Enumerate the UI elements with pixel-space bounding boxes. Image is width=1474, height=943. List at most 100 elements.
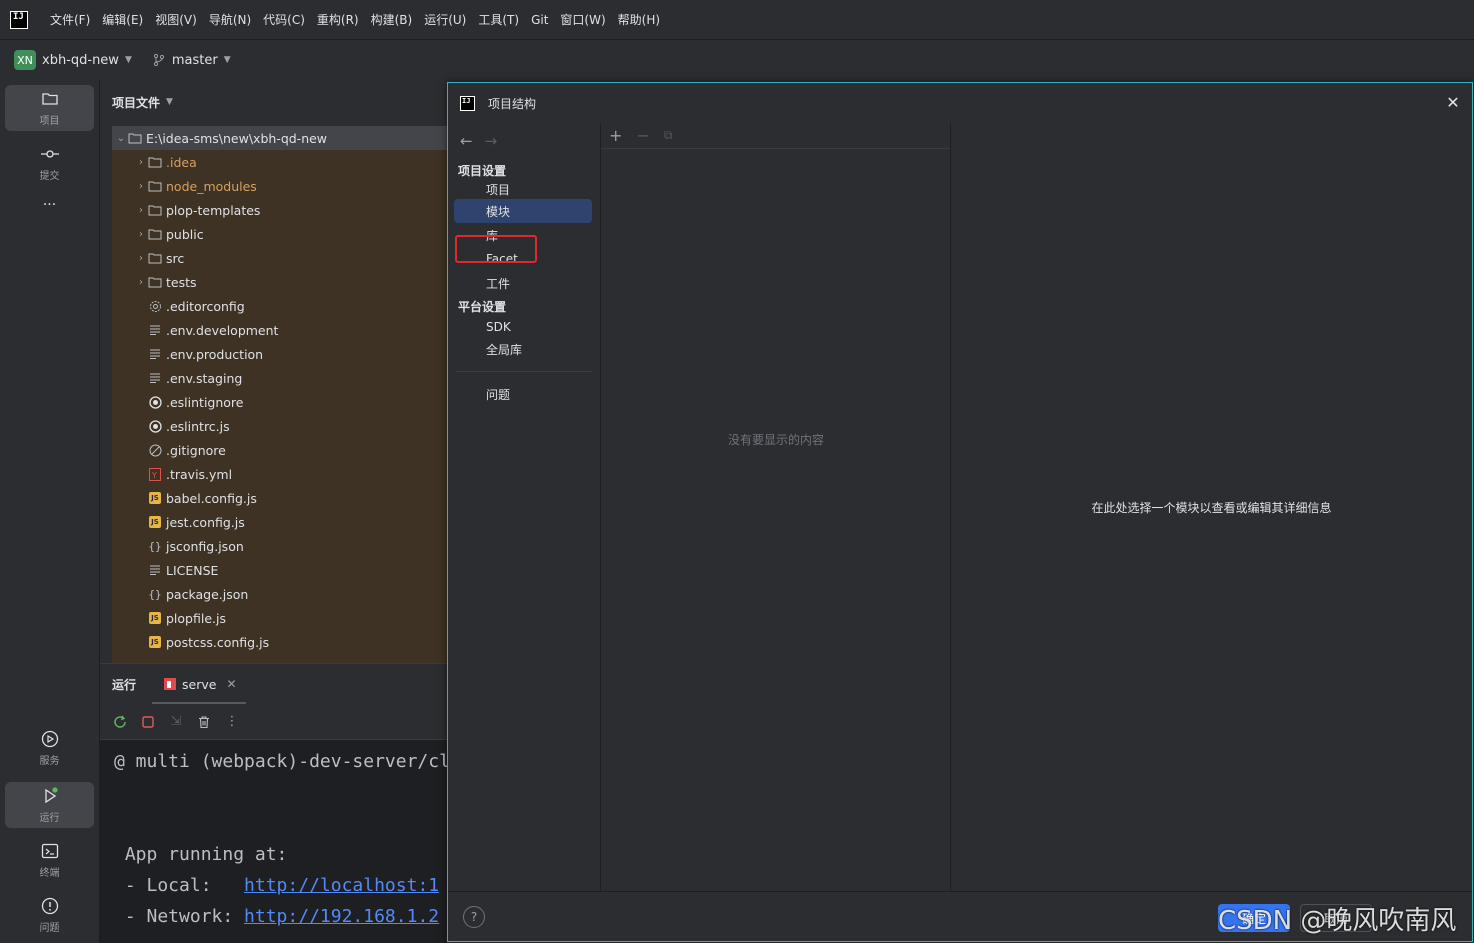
run-tab-bar: 运行 serve ✕ [100,664,448,704]
chevron-right-icon[interactable]: › [134,277,148,288]
tab-serve[interactable]: serve ✕ [164,677,237,692]
tree-row[interactable]: › src [112,246,448,270]
add-icon[interactable]: + [609,126,622,145]
tree-row-label: .eslintrc.js [166,418,230,434]
dialog-title-bar[interactable]: IJ 项目结构 ✕ [448,83,1472,123]
folder-icon [148,251,162,265]
tree-row[interactable]: › .idea [112,150,448,174]
nav-history: ← → [448,123,600,159]
project-switcher[interactable]: xbh-qd-new [42,53,119,68]
tree-row[interactable]: .env.production [112,342,448,366]
tree-row[interactable]: LICENSE [112,558,448,582]
more-tools-button[interactable]: ··· [5,190,94,220]
scroll-to-end-icon[interactable]: ⇲ [168,714,184,730]
commit-tool-button[interactable]: 提交 [5,140,94,186]
branch-switcher[interactable]: master [172,53,218,68]
tree-row[interactable]: {} jsconfig.json [112,534,448,558]
chevron-right-icon[interactable]: › [134,205,148,216]
project-panel-header[interactable]: 项目文件 ▼ [100,80,448,124]
tree-row[interactable]: .eslintignore [112,390,448,414]
chevron-right-icon[interactable]: › [134,157,148,168]
nav-item-sdk[interactable]: SDK [448,317,592,337]
project-badge[interactable]: XN [14,50,36,70]
close-icon[interactable]: ✕ [1444,93,1462,112]
trash-icon[interactable] [196,714,212,730]
tree-row-label: .editorconfig [166,298,245,314]
more-vertical-icon[interactable]: ⋮ [224,714,240,730]
tree-row[interactable]: JS babel.config.js [112,486,448,510]
nav-item-modules[interactable]: 模块 [454,199,592,223]
tree-row[interactable]: › public [112,222,448,246]
nav-item-libraries[interactable]: 库 [448,223,592,247]
menu-build[interactable]: 构建(B) [371,11,413,28]
close-icon[interactable]: ✕ [226,677,236,691]
run-tool-label: 运行 [39,813,60,824]
chevron-down-icon[interactable]: ▼ [224,55,231,65]
services-tool-label: 服务 [39,756,60,767]
git-branch-icon [153,53,164,67]
tree-row[interactable]: JS jest.config.js [112,510,448,534]
tree-row[interactable]: › node_modules [112,174,448,198]
nav-item-global-libraries[interactable]: 全局库 [448,337,592,361]
menu-code[interactable]: 代码(C) [263,11,305,28]
tree-row[interactable]: .editorconfig [112,294,448,318]
menu-refactor[interactable]: 重构(R) [317,11,359,28]
chevron-right-icon[interactable]: › [134,181,148,192]
tree-row[interactable]: JS postcss.config.js [112,630,448,654]
nav-item-artifacts[interactable]: 工件 [448,271,592,295]
tree-row[interactable]: › plop-templates [112,198,448,222]
arrow-left-icon[interactable]: ← [460,132,473,150]
chevron-down-icon[interactable]: ⌄ [114,133,128,144]
run-toolbar: ⇲ ⋮ [100,704,448,740]
help-button[interactable]: ? [463,906,485,928]
menu-file[interactable]: 文件(F) [50,11,90,28]
arrow-right-icon[interactable]: → [485,132,498,150]
menu-help[interactable]: 帮助(H) [618,11,660,28]
tree-row[interactable]: .env.staging [112,366,448,390]
services-tool-button[interactable]: 服务 [5,725,94,771]
menu-navigate[interactable]: 导航(N) [209,11,251,28]
tree-row-label: package.json [166,586,249,602]
chevron-right-icon[interactable]: › [134,253,148,264]
tree-row[interactable]: Y .travis.yml [112,462,448,486]
details-placeholder: 在此处选择一个模块以查看或编辑其详细信息 [1091,501,1332,515]
rerun-icon[interactable] [112,714,128,730]
project-tree: ⌄ E:\idea-sms\new\xbh-qd-new › .idea › node… [112,126,448,663]
csdn-watermark: CSDN @晚风吹南风 [1218,906,1457,936]
intellij-logo-icon[interactable]: IJ [10,10,28,29]
menu-edit[interactable]: 编辑(E) [102,11,143,28]
tree-row[interactable]: .gitignore [112,438,448,462]
nav-item-facets[interactable]: Facet [448,247,592,271]
folder-icon [148,227,162,241]
menu-run[interactable]: 运行(U) [424,11,466,28]
chevron-down-icon[interactable]: ▼ [166,97,173,107]
tree-row[interactable]: › tests [112,270,448,294]
project-structure-dialog: IJ 项目结构 ✕ ← → 项目设置 项目 模块 库 Facet 工件 平台设置… [447,82,1473,942]
project-tool-button[interactable]: 项目 [5,85,94,131]
chevron-right-icon[interactable]: › [134,229,148,240]
tree-row[interactable]: .eslintrc.js [112,414,448,438]
tree-row[interactable]: .env.development [112,318,448,342]
console-link[interactable]: http://localhost:1 [244,875,439,896]
problems-tool-button[interactable]: 问题 [5,892,94,938]
menu-window[interactable]: 窗口(W) [560,11,605,28]
menu-git[interactable]: Git [531,13,548,27]
menu-tools[interactable]: 工具(T) [478,11,519,28]
nav-item-project[interactable]: 项目 [448,179,592,199]
tree-root-row[interactable]: ⌄ E:\idea-sms\new\xbh-qd-new [112,126,448,150]
console-link[interactable]: http://192.168.1.2 [244,906,439,927]
stop-icon[interactable] [140,714,156,730]
tree-row[interactable]: JS plopfile.js [112,606,448,630]
run-tool-button[interactable]: 运行 [5,782,94,828]
menu-view[interactable]: 视图(V) [155,11,197,28]
copy-icon[interactable]: ⧉ [664,128,673,143]
chevron-down-icon[interactable]: ▼ [125,55,132,65]
main-toolbar: XN xbh-qd-new ▼ master ▼ [0,40,1474,80]
tree-row[interactable]: {} package.json [112,582,448,606]
nav-item-problems[interactable]: 问题 [448,382,592,406]
terminal-tool-button[interactable]: 终端 [5,837,94,883]
console-output: @ multi (webpack)-dev-server/cl App runn… [100,740,448,932]
tree-row-label: tests [166,274,197,290]
remove-icon[interactable]: − [636,126,649,145]
